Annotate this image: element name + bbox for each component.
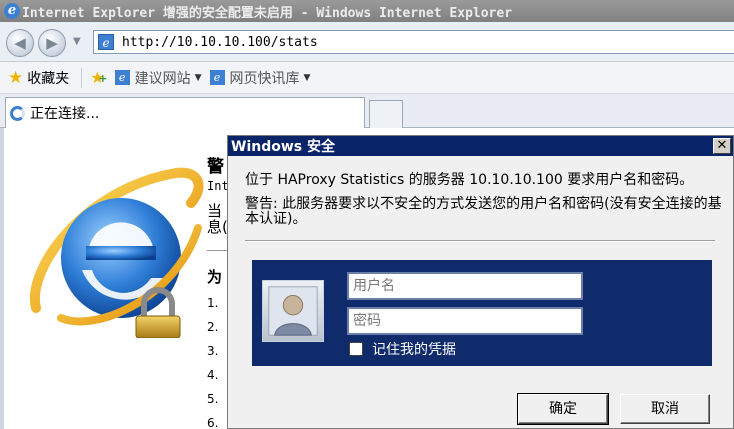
new-tab-button[interactable] <box>369 100 403 128</box>
tab-row: 正在连接... <box>0 94 734 128</box>
dialog-warning: 警告: 此服务器要求以不安全的方式发送您的用户名和密码(没有安全连接的基本认证)… <box>245 196 722 227</box>
navigation-bar: ◀ ▶ ▼ e http://10.10.10.100/stats <box>0 22 734 62</box>
remember-checkbox[interactable] <box>349 342 363 356</box>
favorites-link-label: 网页快讯库 <box>229 70 300 87</box>
add-favorite-icon: ★ + <box>90 68 108 87</box>
favorites-separator <box>81 67 83 88</box>
window-title-bar: e Internet Explorer 增强的安全配置未启用 - Windows… <box>0 0 734 22</box>
dialog-message: 位于 HAProxy Statistics 的服务器 10.10.10.100 … <box>245 172 694 188</box>
page-line-small: Int <box>207 179 229 193</box>
chevron-down-icon: ▼ <box>194 72 202 83</box>
forward-button[interactable]: ▶ <box>38 29 66 57</box>
back-button[interactable]: ◀ <box>6 29 34 57</box>
history-dropdown-icon[interactable]: ▼ <box>73 36 81 47</box>
list-number: 1. <box>207 296 219 310</box>
ie-icon: e <box>4 3 20 19</box>
address-url[interactable]: http://10.10.10.100/stats <box>122 35 318 50</box>
tab-connecting[interactable]: 正在连接... <box>5 97 365 128</box>
favorites-button[interactable]: ★ 收藏夹 <box>8 68 69 88</box>
star-icon: ★ <box>8 67 24 88</box>
favorites-link-web-slice-gallery[interactable]: e 网页快讯库 ▼ <box>209 68 311 88</box>
list-number: 3. <box>207 344 219 358</box>
add-favorite-button[interactable]: ★ + <box>90 68 108 87</box>
loading-spinner-icon <box>10 105 25 121</box>
page-heading: 警 <box>207 157 224 177</box>
list-number: 4. <box>207 368 219 382</box>
list-number: 5. <box>207 392 219 406</box>
ie-page-icon: e <box>209 70 225 85</box>
credential-panel: 用户名 密码 记住我的凭据 <box>252 260 712 366</box>
cancel-button[interactable]: 取消 <box>620 394 710 424</box>
ok-button[interactable]: 确定 <box>517 393 609 425</box>
ie-logo-icon <box>29 167 204 338</box>
dialog-title-bar[interactable]: Windows 安全 <box>228 136 733 156</box>
password-field[interactable]: 密码 <box>347 307 583 335</box>
user-avatar-icon <box>268 286 318 336</box>
remember-label: 记住我的凭据 <box>372 342 456 358</box>
ie-page-icon: e <box>114 70 130 85</box>
favorites-bar: ★ 收藏夹 ★ + e 建议网站 ▼ e 网页快讯库 ▼ <box>0 62 734 94</box>
chevron-down-icon: ▼ <box>303 72 311 83</box>
back-arrow-icon: ◀ <box>14 34 26 52</box>
list-number: 2. <box>207 320 219 334</box>
username-field[interactable]: 用户名 <box>347 272 583 300</box>
favorites-label: 收藏夹 <box>27 70 70 87</box>
remember-credentials[interactable]: 记住我的凭据 <box>349 339 456 359</box>
dialog-separator <box>245 240 715 242</box>
list-number: 6. <box>207 416 219 429</box>
page-paragraph-line: 息( <box>207 218 228 236</box>
ie-page-icon: e <box>98 34 114 50</box>
page-subheading: 为 <box>207 268 223 286</box>
dialog-title: Windows 安全 <box>231 139 335 155</box>
favorites-link-label: 建议网站 <box>134 70 191 87</box>
close-icon: ✕ <box>716 138 728 153</box>
close-button[interactable]: ✕ <box>713 138 731 154</box>
user-tile <box>262 280 324 342</box>
favorites-link-suggested-sites[interactable]: e 建议网站 ▼ <box>114 68 202 88</box>
tab-label: 正在连接... <box>30 106 100 122</box>
address-bar[interactable]: e http://10.10.10.100/stats <box>93 30 734 54</box>
forward-arrow-icon: ▶ <box>46 34 58 52</box>
window-title: Internet Explorer 增强的安全配置未启用 - Windows I… <box>22 5 513 21</box>
windows-security-dialog: Windows 安全 ✕ 位于 HAProxy Statistics 的服务器 … <box>227 135 734 429</box>
